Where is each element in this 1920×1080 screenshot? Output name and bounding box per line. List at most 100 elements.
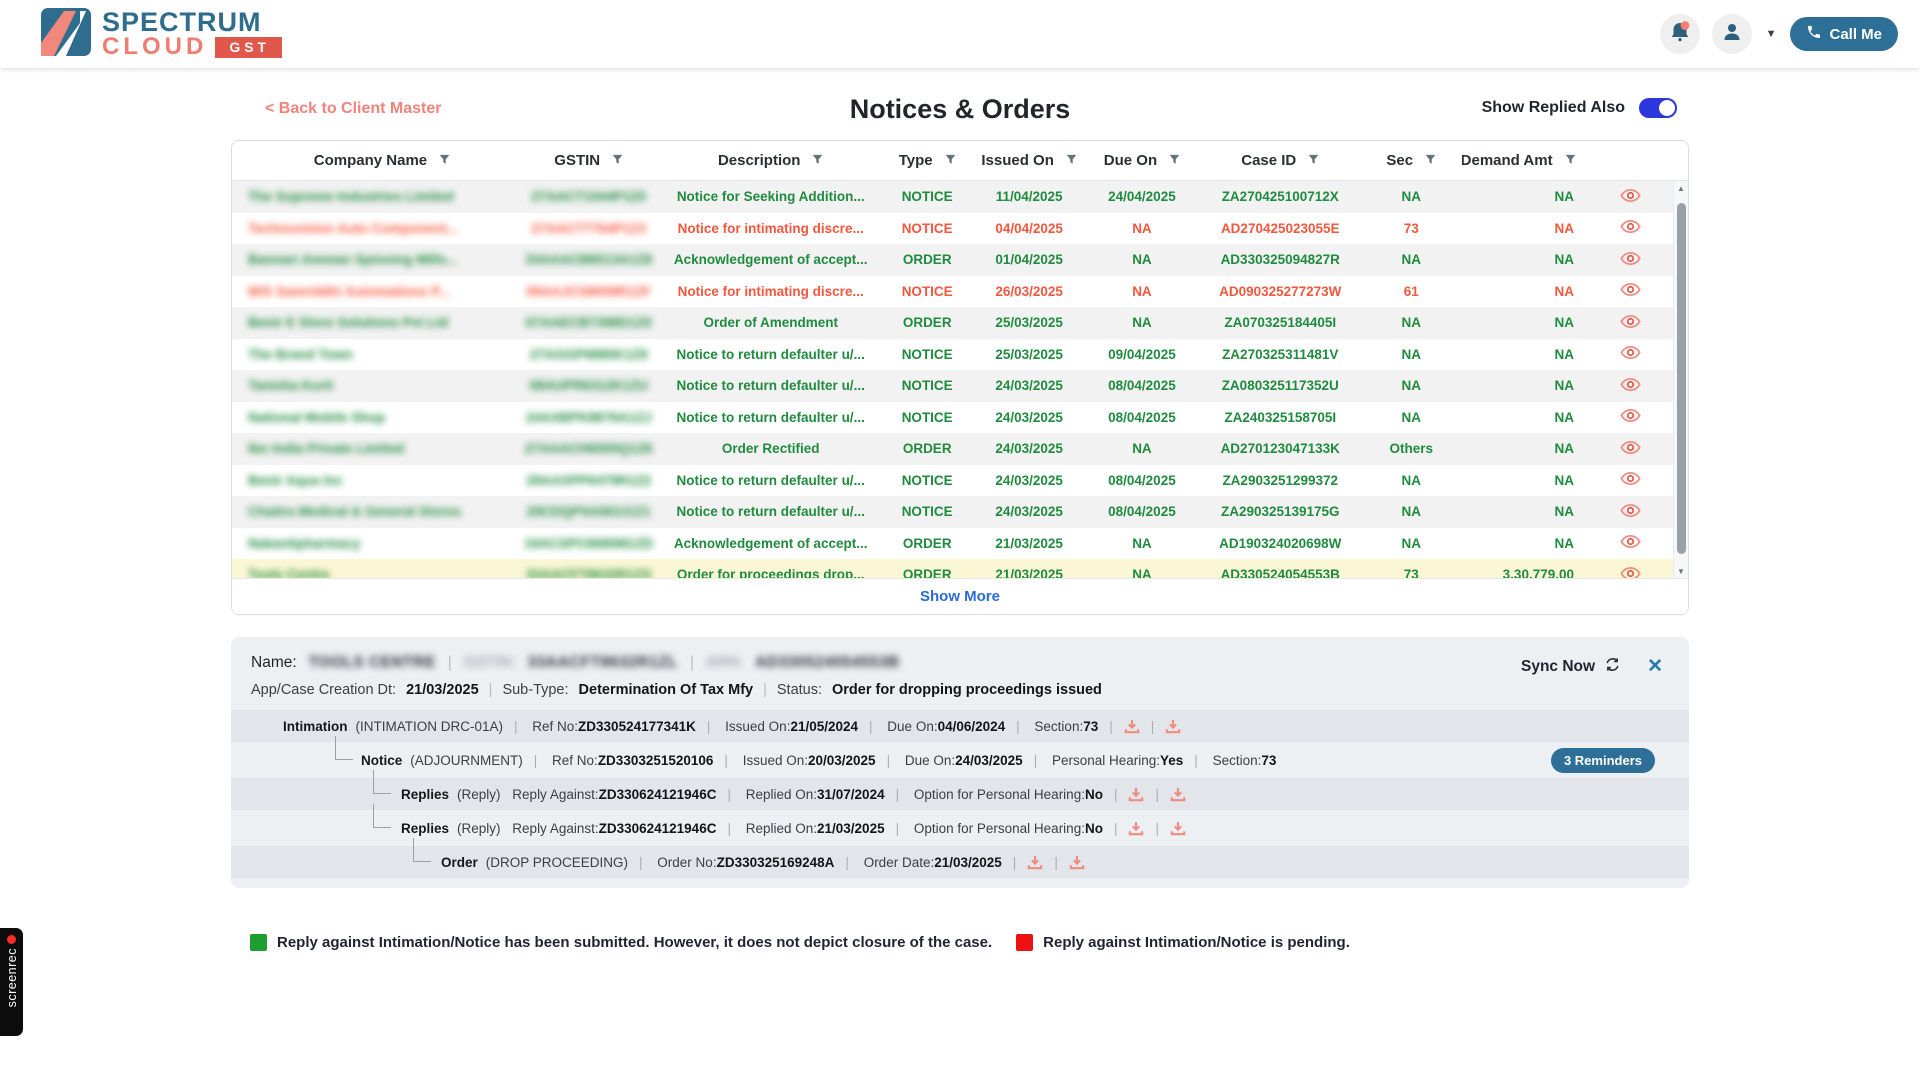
case-tree-row-order: Order(DROP PROCEEDING)| Order No: ZD3303…	[231, 846, 1689, 878]
arn-value: AD330524054553B	[755, 654, 900, 672]
view-case-eye-icon[interactable]	[1602, 314, 1659, 332]
table-row[interactable]: The Supreme Industries Limited27AACT1044…	[232, 181, 1688, 213]
tree-connector	[373, 770, 391, 794]
column-header-sec: Sec	[1360, 152, 1462, 169]
table-row[interactable]: Tools Centre33AACFT8632R1ZSOrder for pro…	[232, 559, 1688, 578]
filter-funnel-icon[interactable]	[1066, 152, 1077, 169]
view-case-eye-icon[interactable]	[1602, 282, 1659, 300]
download-icon[interactable]	[1027, 855, 1043, 870]
legend-red-text: Reply against Intimation/Notice is pendi…	[1043, 934, 1350, 951]
download-icon[interactable]	[1170, 787, 1186, 802]
case-tree-row-notice: Notice(ADJOURNMENT)| Ref No: ZD330325152…	[231, 744, 1689, 776]
filter-funnel-icon[interactable]	[945, 152, 956, 169]
view-case-eye-icon[interactable]	[1602, 251, 1659, 269]
view-case-eye-icon[interactable]	[1602, 566, 1659, 578]
show-replied-toggle[interactable]	[1639, 98, 1677, 118]
reminders-badge[interactable]: 3 Reminders	[1551, 748, 1655, 773]
view-case-eye-icon[interactable]	[1602, 440, 1659, 458]
table-row[interactable]: Ibo India Private Limited27AAACH6500Q1Z6…	[232, 433, 1688, 465]
case-tree-row-replies: Replies(Reply) Reply Against: ZD33062412…	[231, 778, 1689, 810]
scrollbar-thumb[interactable]	[1677, 203, 1686, 554]
column-header-case-id: Case ID	[1200, 152, 1360, 169]
filter-funnel-icon[interactable]	[439, 152, 450, 169]
scroll-down-arrow-icon[interactable]: ▼	[1674, 564, 1688, 578]
filter-funnel-icon[interactable]	[1565, 152, 1576, 169]
view-case-eye-icon[interactable]	[1602, 345, 1659, 363]
gstin-value: 33AACFT8632R1ZL	[528, 654, 679, 672]
user-menu-button[interactable]	[1712, 14, 1752, 54]
show-more-link[interactable]: Show More	[232, 578, 1688, 614]
top-bar: SPECTRUM CLOUD GST	[0, 0, 1920, 68]
table-row[interactable]: National Mobile Shop24AXBPK8876A1ZJNotic…	[232, 402, 1688, 434]
case-tree-row-replies: Replies(Reply) Reply Against: ZD33062412…	[231, 812, 1689, 844]
filter-funnel-icon[interactable]	[812, 152, 823, 169]
name-label: Name:	[251, 654, 297, 672]
user-icon	[1721, 21, 1743, 48]
brand-subname: CLOUD	[102, 35, 207, 59]
column-header-issued-on: Issued On	[975, 152, 1084, 169]
column-header-due-on: Due On	[1084, 152, 1200, 169]
download-icon[interactable]	[1170, 821, 1186, 836]
table-row[interactable]: Tanisha Kurti08AUPR6312K1ZUNotice to ret…	[232, 370, 1688, 402]
download-icon[interactable]	[1128, 821, 1144, 836]
view-case-eye-icon[interactable]	[1602, 534, 1659, 552]
column-header-company-name: Company Name	[232, 152, 516, 169]
chevron-down-icon[interactable]: ▼	[1766, 28, 1777, 40]
view-case-eye-icon[interactable]	[1602, 503, 1659, 521]
view-case-eye-icon[interactable]	[1602, 219, 1659, 237]
show-replied-label: Show Replied Also	[1482, 99, 1625, 117]
company-name-value: TOOLS CENTRE	[309, 654, 436, 672]
download-icon[interactable]	[1069, 855, 1085, 870]
tree-connector	[413, 838, 431, 862]
brand-name: SPECTRUM	[102, 9, 282, 35]
view-case-eye-icon[interactable]	[1602, 188, 1659, 206]
table-scrollbar[interactable]: ▲ ▼	[1673, 181, 1688, 578]
screenrec-widget[interactable]: screenrec	[0, 928, 23, 1036]
filter-funnel-icon[interactable]	[1425, 152, 1436, 169]
table-row[interactable]: Technovision Auto Component...27AACT7764…	[232, 213, 1688, 245]
download-icon[interactable]	[1128, 787, 1144, 802]
download-icon[interactable]	[1165, 719, 1181, 734]
column-header-demand-amt: Demand Amt	[1462, 152, 1602, 169]
arn-label: ARN:	[706, 654, 743, 672]
table-row[interactable]: Bannari Amman Spinning Mills...33AAACB85…	[232, 244, 1688, 276]
column-header-type: Type	[880, 152, 975, 169]
screenrec-label: screenrec	[5, 948, 19, 1007]
column-header-gstin: GSTIN	[516, 152, 662, 169]
view-case-eye-icon[interactable]	[1602, 471, 1659, 489]
legend: Reply against Intimation/Notice has been…	[250, 934, 1920, 951]
table-row[interactable]: M/S Samriddhi Automations P...09AAJCS805…	[232, 276, 1688, 308]
legend-red-square	[1016, 934, 1033, 951]
close-panel-icon[interactable]: ✕	[1647, 655, 1663, 678]
call-me-button[interactable]: Call Me	[1790, 17, 1898, 51]
tree-connector	[335, 736, 353, 760]
case-tree: Intimation(INTIMATION DRC-01A)| Ref No: …	[231, 710, 1689, 878]
page-title: Notices & Orders	[231, 94, 1689, 125]
scroll-up-arrow-icon[interactable]: ▲	[1674, 181, 1688, 195]
app-window: SPECTRUM CLOUD GST	[0, 0, 1920, 1080]
table-header-row: Company NameGSTINDescriptionTypeIssued O…	[232, 141, 1688, 181]
brand-logo: SPECTRUM CLOUD GST	[40, 7, 282, 62]
bell-icon	[1669, 20, 1691, 49]
table-row[interactable]: Benir Aqua Inc29AAXPP6479R1Z2Notice to r…	[232, 465, 1688, 497]
sync-now-button[interactable]: Sync Now	[1521, 656, 1621, 678]
creation-info-line: App/Case Creation Dt: 21/03/2025|Sub-Typ…	[231, 676, 1689, 708]
view-case-eye-icon[interactable]	[1602, 408, 1659, 426]
filter-funnel-icon[interactable]	[1169, 152, 1180, 169]
tree-connector	[373, 804, 391, 828]
table-row[interactable]: Chaitra Medical & General Stores29CDQPS4…	[232, 496, 1688, 528]
phone-icon	[1806, 24, 1822, 44]
download-icon[interactable]	[1124, 719, 1140, 734]
view-case-eye-icon[interactable]	[1602, 377, 1659, 395]
filter-funnel-icon[interactable]	[1308, 152, 1319, 169]
table-row[interactable]: Benir E Store Solutions Pvt Ltd07AAECB73…	[232, 307, 1688, 339]
notices-table-card: Company NameGSTINDescriptionTypeIssued O…	[231, 140, 1689, 615]
notifications-button[interactable]	[1660, 14, 1700, 54]
gstin-label: GSTIN:	[464, 654, 516, 672]
column-header-description: Description	[662, 152, 880, 169]
refresh-icon	[1604, 656, 1621, 678]
table-row[interactable]: The Brand Town27AGGP6880K1Z9Notice to re…	[232, 339, 1688, 371]
filter-funnel-icon[interactable]	[612, 152, 623, 169]
table-row[interactable]: Nakantipharmacy19ACSPC6680M1ZDAcknowledg…	[232, 528, 1688, 560]
case-detail-panel: Name: TOOLS CENTRE | GSTIN: 33AACFT8632R…	[231, 637, 1689, 888]
